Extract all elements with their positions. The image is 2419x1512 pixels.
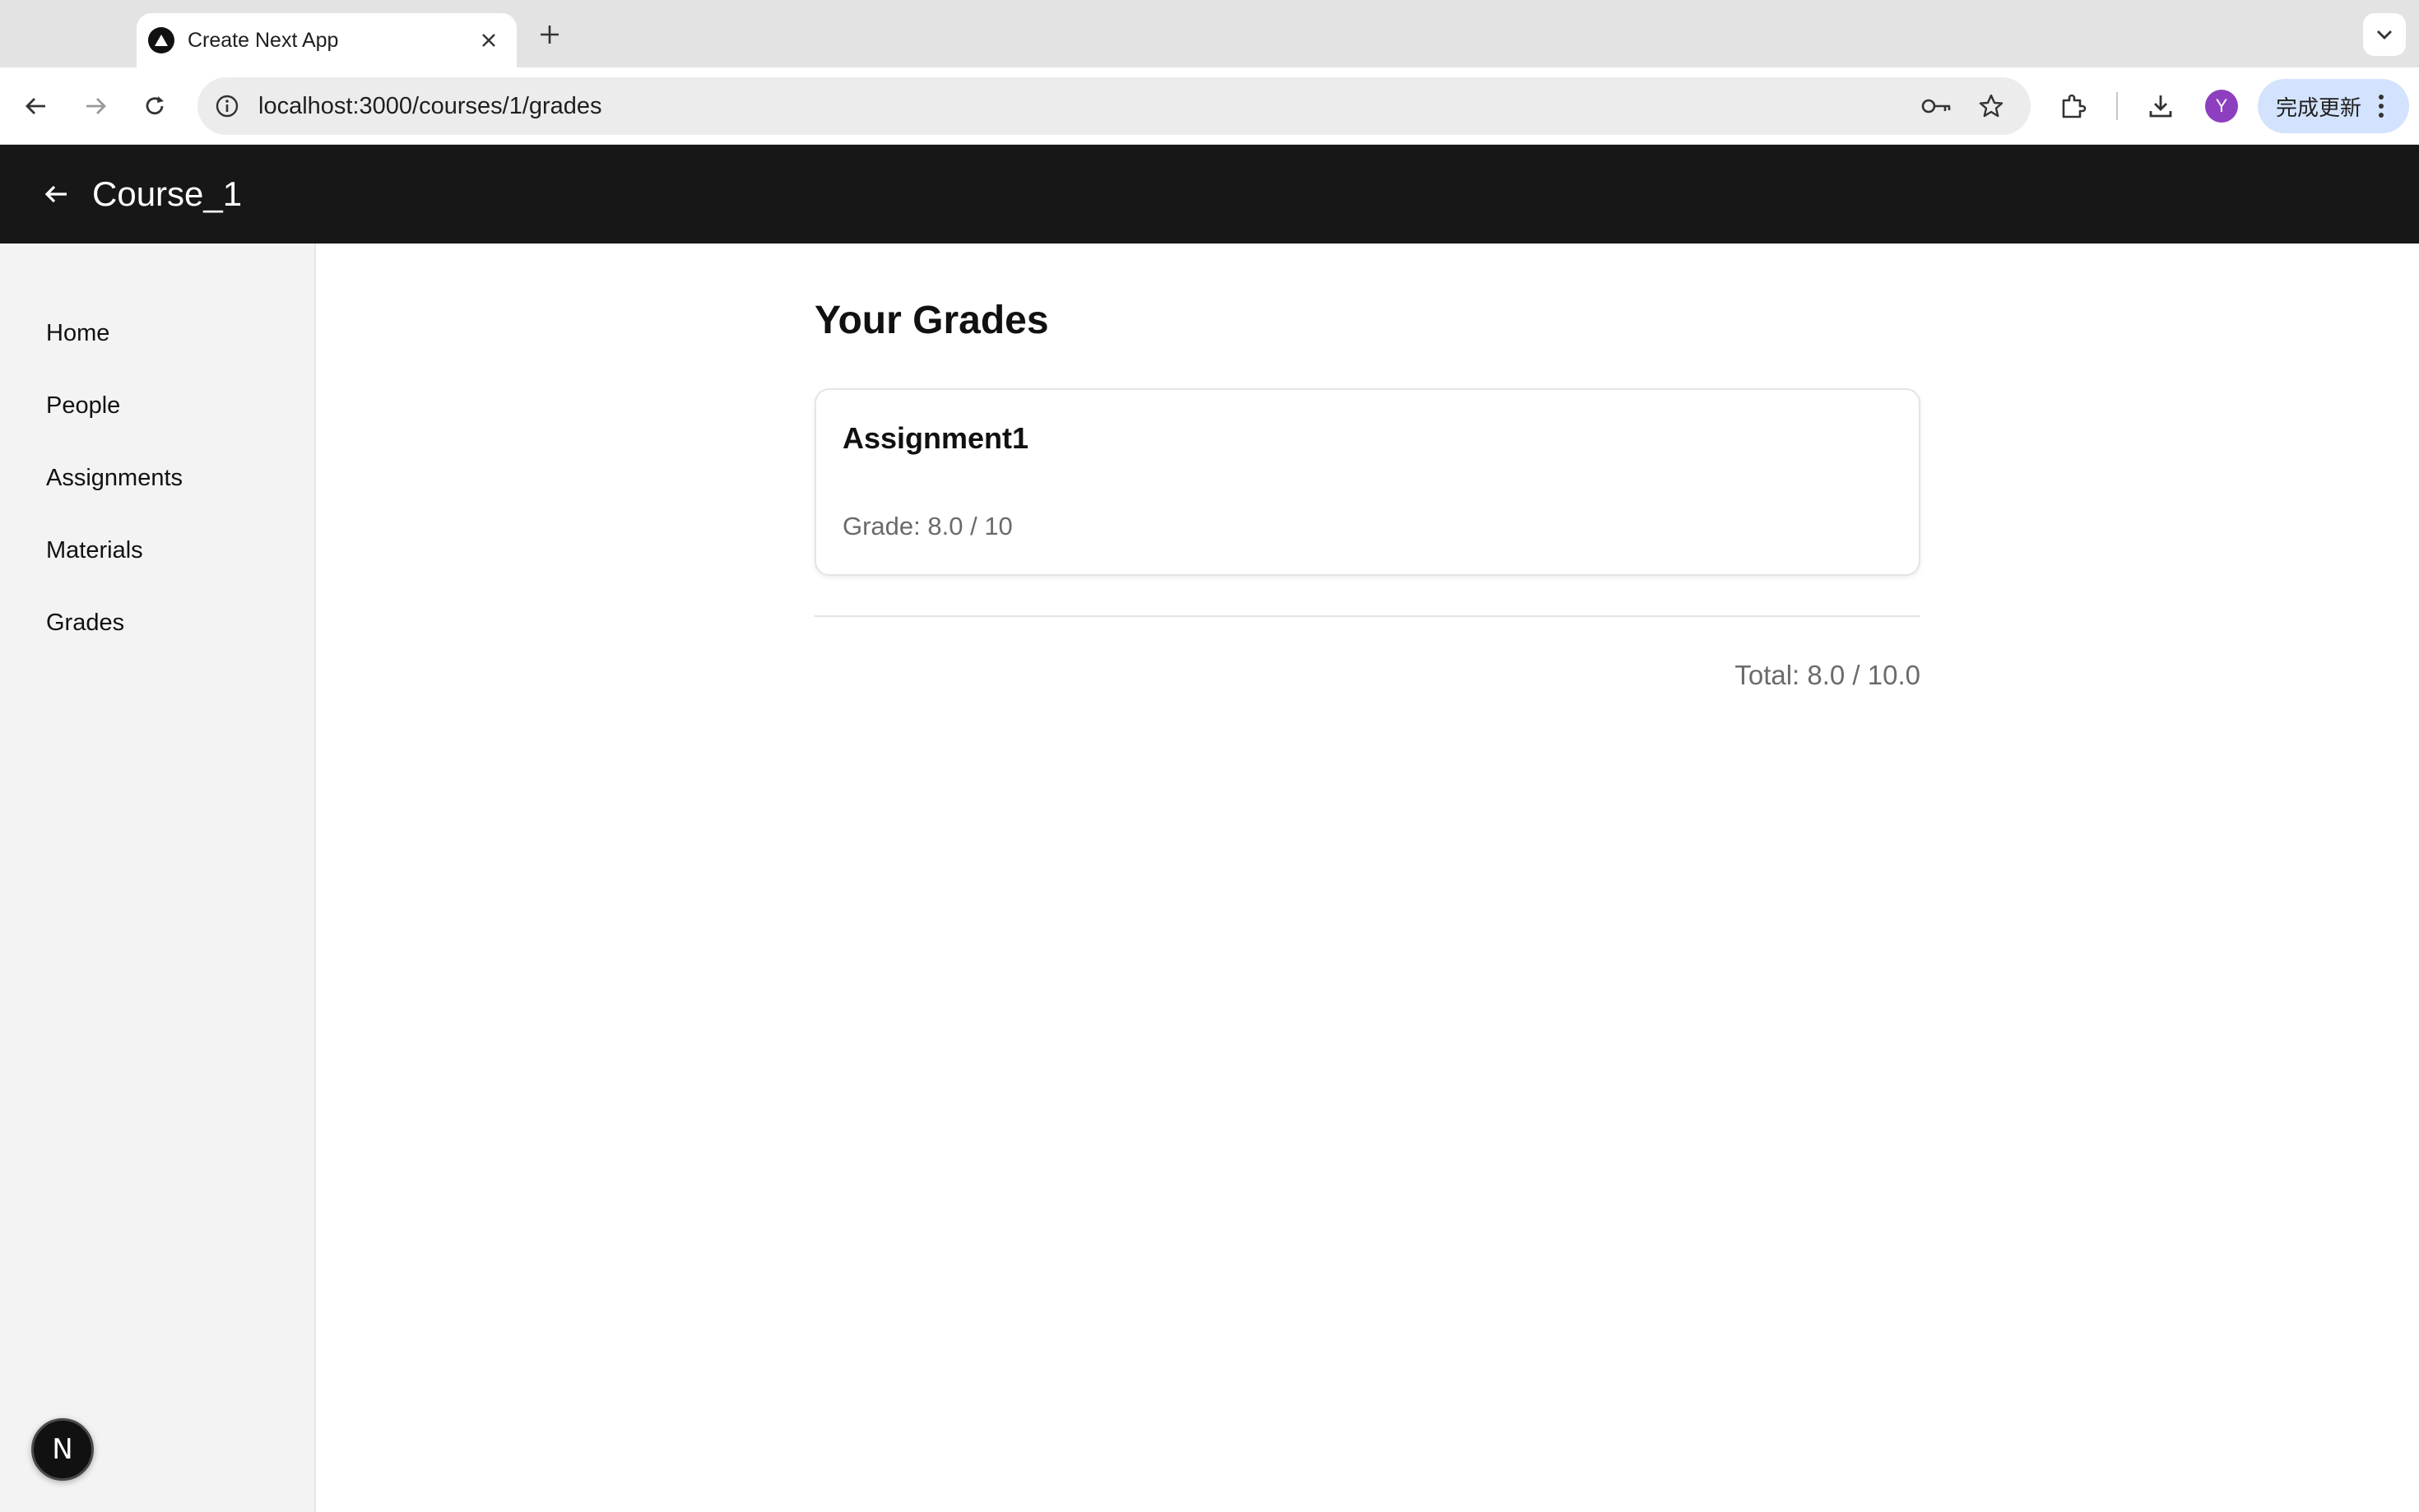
new-tab-button[interactable]: [532, 16, 568, 53]
plus-icon: [541, 26, 559, 44]
divider: [815, 615, 1920, 617]
browser-tab[interactable]: Create Next App: [137, 13, 517, 67]
reload-icon: [146, 96, 164, 115]
update-button[interactable]: 完成更新: [2258, 79, 2409, 133]
sidebar-item-materials[interactable]: Materials: [46, 530, 168, 571]
arrow-right-icon: [86, 98, 106, 114]
toolbar-separator: [2116, 92, 2118, 120]
site-info-icon[interactable]: [211, 90, 244, 123]
extensions-puzzle-icon[interactable]: [2054, 86, 2093, 126]
profile-avatar[interactable]: Y: [2205, 90, 2238, 123]
course-sidebar: Home People Assignments Materials Grades: [0, 243, 316, 1512]
update-label: 完成更新: [2276, 95, 2362, 121]
sidebar-item-people[interactable]: People: [46, 385, 145, 426]
grade-card: Assignment1 Grade: 8.0 / 10: [815, 388, 1920, 576]
page-title: Your Grades: [815, 299, 1049, 342]
sidebar-item-assignments[interactable]: Assignments: [46, 457, 207, 499]
reload-button[interactable]: [135, 86, 174, 126]
password-key-icon[interactable]: [1920, 90, 1953, 123]
arrow-left-icon: [26, 98, 45, 114]
downloads-icon[interactable]: [2141, 86, 2180, 126]
url-path: :3000/courses/1/grades: [352, 93, 602, 119]
course-title: Course_1: [92, 174, 243, 213]
close-tab-icon[interactable]: [472, 24, 505, 57]
sidebar-item-grades[interactable]: Grades: [46, 602, 149, 643]
address-bar[interactable]: localhost:3000/courses/1/grades: [197, 77, 2031, 135]
course-header: Course_1: [0, 145, 2419, 243]
tab-title: Create Next App: [188, 28, 339, 52]
forward-button[interactable]: [76, 86, 115, 126]
back-button[interactable]: [16, 86, 56, 126]
tab-strip: Create Next App: [0, 0, 2419, 67]
nextjs-favicon-icon: [148, 27, 174, 53]
nextjs-dev-tools-button[interactable]: N: [31, 1418, 94, 1481]
sidebar-item-home[interactable]: Home: [46, 313, 134, 354]
assignment-grade: Grade: 8.0 / 10: [843, 512, 1013, 540]
tab-search-button[interactable]: [2363, 13, 2406, 56]
url-host: localhost: [258, 93, 353, 119]
url-text: localhost:3000/courses/1/grades: [258, 77, 602, 135]
back-arrow-icon[interactable]: [36, 174, 76, 214]
chevron-down-icon: [2377, 30, 2392, 39]
grade-total: Total: 8.0 / 10.0: [1734, 660, 1920, 690]
nextjs-logo-icon: N: [52, 1433, 73, 1466]
more-vert-icon[interactable]: [2365, 90, 2398, 123]
browser-toolbar: localhost:3000/courses/1/grades Y 完成更新: [0, 67, 2419, 145]
bookmark-star-icon[interactable]: [1975, 90, 2008, 123]
assignment-name: Assignment1: [843, 421, 1029, 455]
